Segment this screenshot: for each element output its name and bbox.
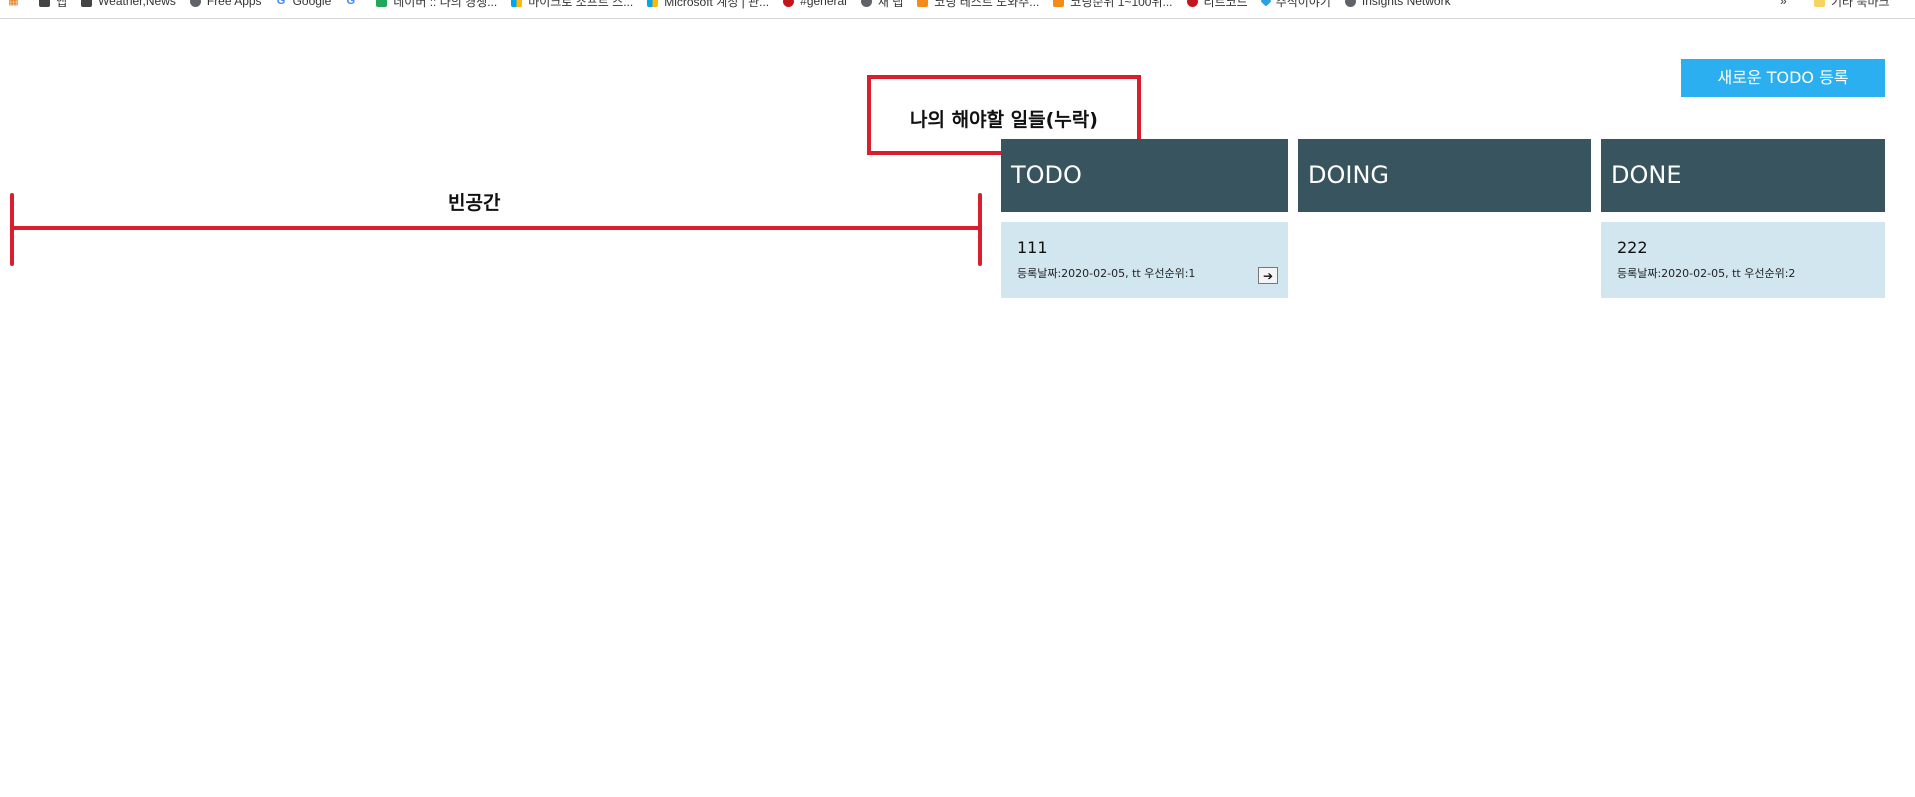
bookmark-label: Weather,News — [98, 0, 176, 8]
doc-icon — [39, 0, 50, 7]
google-icon: G — [346, 0, 356, 7]
column-doing: DOING — [1298, 139, 1591, 212]
bookmark-label: 마이크로 소프트 스... — [528, 0, 634, 9]
bookmark-coding-test[interactable]: 코딩 테스트 도와주... — [917, 0, 1039, 10]
bookmark-label: Microsoft 계정 | 관... — [664, 0, 770, 9]
bookmarks-overflow-button[interactable]: » — [1780, 0, 1787, 11]
bookmark-weather[interactable]: Weather,News — [81, 0, 176, 8]
bookmark-apps-label[interactable]: 앱 — [39, 0, 67, 10]
naver-icon — [376, 0, 388, 7]
bookmark-coding-rank[interactable]: 코딩순위 1~100위... — [1053, 0, 1173, 10]
empty-space-label: 빈공간 — [448, 192, 501, 214]
empty-space-tick-left — [10, 193, 14, 266]
card-title: 222 — [1617, 238, 1648, 257]
microsoft-icon — [511, 0, 523, 7]
bookmark-leetcode[interactable]: 리트코드 — [1186, 0, 1248, 10]
bookmark-label: 리트코드 — [1203, 0, 1248, 9]
microsoft-icon — [647, 0, 659, 7]
chevron-double-right-icon: » — [1780, 0, 1787, 8]
pencil-icon — [1053, 0, 1065, 7]
globe-icon — [1344, 0, 1356, 7]
column-header-doing: DOING — [1298, 139, 1591, 212]
bookmark-label: 코딩순위 1~100위... — [1070, 0, 1173, 9]
globe-icon — [189, 0, 201, 7]
page-icon — [81, 0, 93, 7]
diamond-icon — [1260, 0, 1272, 7]
new-todo-button[interactable]: 새로운 TODO 등록 — [1681, 59, 1885, 97]
card-meta: 등록날짜:2020-02-05, tt 우선순위:1 — [1017, 267, 1196, 280]
empty-space-measure-line — [10, 226, 980, 230]
bookmark-new-tab[interactable]: 새 탭 — [860, 0, 904, 10]
other-bookmarks[interactable]: 기타 북마크 — [1814, 0, 1890, 11]
apps-grid-icon: ▦ — [8, 0, 19, 7]
todo-card: 111 등록날짜:2020-02-05, tt 우선순위:1 ➔ — [1001, 222, 1288, 298]
column-todo: TODO 111 등록날짜:2020-02-05, tt 우선순위:1 ➔ — [1001, 139, 1288, 298]
card-title: 111 — [1017, 238, 1048, 257]
bookmark-label: 코딩 테스트 도와주... — [934, 0, 1040, 9]
card-meta: 등록날짜:2020-02-05, tt 우선순위:2 — [1617, 267, 1796, 280]
done-card: 222 등록날짜:2020-02-05, tt 우선순위:2 — [1601, 222, 1885, 298]
other-bookmarks-label: 기타 북마크 — [1831, 0, 1890, 9]
bookmark-google[interactable]: G Google — [276, 0, 332, 8]
bookmark-label: 새 탭 — [877, 0, 904, 9]
slack-icon — [783, 0, 795, 7]
page: ▦ 앱 Weather,News Free Apps G Google G 네이… — [0, 0, 1915, 797]
move-right-button[interactable]: ➔ — [1258, 267, 1278, 284]
column-done: DONE 222 등록날짜:2020-02-05, tt 우선순위:2 — [1601, 139, 1885, 298]
image-icon — [917, 0, 929, 7]
bookmark-label: Google — [292, 0, 332, 8]
missing-title-text: 나의 해야할 일들(누락) — [910, 109, 1098, 131]
bookmark-label: 네이버 :: 나의 경쟁... — [393, 0, 498, 9]
globe-icon — [860, 0, 872, 7]
bookmark-microsoft-account[interactable]: Microsoft 계정 | 관... — [647, 0, 769, 10]
google-icon: G — [276, 0, 286, 7]
bookmarks-list: ▦ 앱 Weather,News Free Apps G Google G 네이… — [0, 0, 1465, 11]
bookmark-naver[interactable]: 네이버 :: 나의 경쟁... — [376, 0, 497, 10]
bookmark-label: Insights Network — [1361, 0, 1451, 8]
bookmark-insights[interactable]: Insights Network — [1344, 0, 1451, 8]
bookmark-apps[interactable]: ▦ — [8, 0, 25, 7]
bookmark-general[interactable]: #general — [783, 0, 847, 8]
bookmark-google-2[interactable]: G — [345, 0, 362, 7]
bookmark-stock[interactable]: 주식이야기 — [1260, 0, 1331, 10]
bookmark-label: #general — [800, 0, 847, 8]
column-header-todo: TODO — [1001, 139, 1288, 212]
bookmark-label: 앱 — [56, 0, 68, 9]
slack-icon — [1186, 0, 1198, 7]
column-header-done: DONE — [1601, 139, 1885, 212]
bookmark-label: 주식이야기 — [1275, 0, 1331, 9]
bookmark-free-apps[interactable]: Free Apps — [189, 0, 262, 8]
bookmarks-bar: ▦ 앱 Weather,News Free Apps G Google G 네이… — [0, 0, 1915, 19]
bookmark-microsoft-store[interactable]: 마이크로 소프트 스... — [511, 0, 633, 10]
empty-space-tick-right — [978, 193, 982, 266]
bookmark-label: Free Apps — [206, 0, 262, 8]
folder-icon — [1814, 0, 1825, 7]
